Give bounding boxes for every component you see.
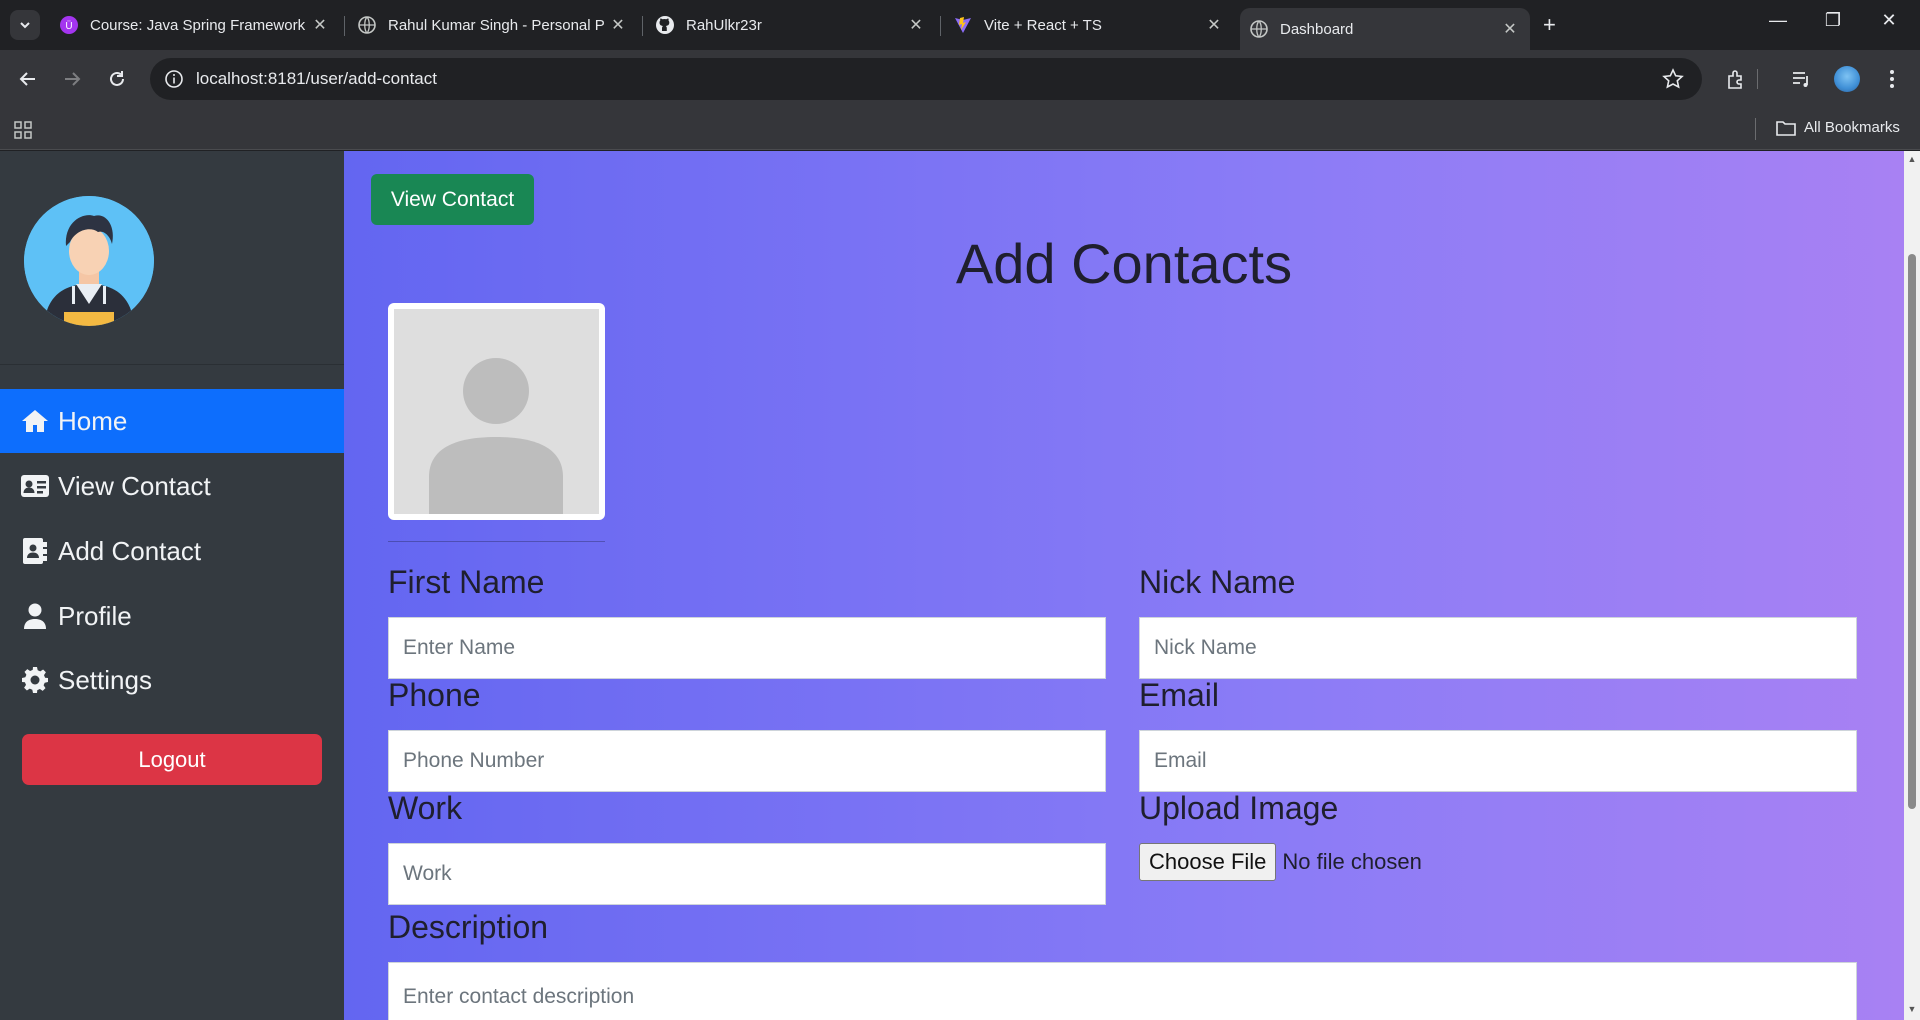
- file-status-text: No file chosen: [1282, 849, 1422, 874]
- tab-title: Vite + React + TS: [984, 16, 1102, 34]
- minimize-icon[interactable]: —: [1763, 10, 1793, 31]
- nick-name-input[interactable]: [1139, 617, 1857, 679]
- vite-icon: [954, 16, 972, 34]
- sidebar-item-profile[interactable]: Profile: [0, 584, 344, 648]
- work-label: Work: [388, 790, 463, 826]
- sidebar-item-label: Profile: [58, 600, 132, 631]
- media-control-icon[interactable]: [1786, 64, 1816, 94]
- forward-icon[interactable]: [58, 65, 86, 93]
- tab-separator: [940, 16, 941, 36]
- bookmarks-bar: All Bookmarks: [0, 108, 1920, 150]
- sidebar-item-label: View Contact: [58, 470, 211, 501]
- bookmarks-separator: [1755, 118, 1756, 140]
- address-book-icon: [20, 538, 50, 564]
- profile-avatar[interactable]: [1832, 64, 1862, 94]
- scrollbar-thumb[interactable]: [1908, 254, 1916, 809]
- reload-icon[interactable]: [103, 65, 131, 93]
- phone-label: Phone: [388, 677, 481, 713]
- tab-search-button[interactable]: [10, 10, 40, 40]
- page-viewport: Home View Contact Add Contact Profile Se…: [0, 151, 1920, 1020]
- placeholder-avatar-icon: [394, 309, 599, 514]
- tab-vite-react[interactable]: Vite + React + TS ✕: [944, 8, 1234, 42]
- gear-icon: [20, 667, 50, 693]
- tab-separator: [344, 16, 345, 36]
- work-input[interactable]: [388, 843, 1106, 905]
- email-label: Email: [1139, 677, 1220, 713]
- first-name-label: First Name: [388, 564, 545, 600]
- all-bookmarks-label: All Bookmarks: [1804, 119, 1900, 136]
- tab-personal-portfolio[interactable]: Rahul Kumar Singh - Personal P ✕: [348, 8, 638, 42]
- user-icon: [20, 603, 50, 629]
- new-tab-button[interactable]: +: [1543, 12, 1556, 38]
- upload-image-label: Upload Image: [1139, 790, 1339, 826]
- close-icon[interactable]: ✕: [906, 15, 926, 35]
- udemy-icon: Ü: [60, 16, 78, 34]
- apps-grid-icon[interactable]: [14, 121, 32, 144]
- folder-icon: [1776, 120, 1796, 136]
- sidebar-item-home[interactable]: Home: [0, 389, 344, 453]
- close-icon[interactable]: ✕: [608, 15, 628, 35]
- tab-course-java[interactable]: Ü Course: Java Spring Framework ✕: [50, 8, 340, 42]
- tab-title: Course: Java Spring Framework: [90, 16, 306, 34]
- sidebar-item-add-contact[interactable]: Add Contact: [0, 519, 344, 583]
- page-title: Add Contacts: [955, 232, 1293, 295]
- url-text: localhost:8181/user/add-contact: [196, 69, 437, 88]
- logout-button[interactable]: Logout: [22, 734, 322, 785]
- browser-tab-strip: Ü Course: Java Spring Framework ✕ Rahul …: [0, 0, 1920, 50]
- id-card-icon: [20, 473, 50, 499]
- globe-icon: [358, 16, 376, 34]
- description-input[interactable]: [388, 962, 1857, 1020]
- globe-icon: [1250, 20, 1268, 38]
- close-icon[interactable]: ✕: [1204, 15, 1224, 35]
- tab-dashboard[interactable]: Dashboard ✕: [1240, 8, 1530, 50]
- home-icon: [20, 408, 50, 434]
- scroll-down-icon[interactable]: ▼: [1907, 1004, 1917, 1014]
- close-icon[interactable]: ✕: [1500, 19, 1520, 39]
- bookmark-star-icon[interactable]: [1662, 68, 1684, 95]
- tab-separator: [642, 16, 643, 36]
- tab-title: Rahul Kumar Singh - Personal P: [388, 16, 605, 34]
- image-file-input: Choose File No file chosen: [1139, 843, 1422, 881]
- tab-title: RahUlkr23r: [686, 16, 762, 34]
- phone-input[interactable]: [388, 730, 1106, 792]
- nick-name-label: Nick Name: [1139, 564, 1296, 600]
- tab-title: Dashboard: [1280, 20, 1354, 38]
- photo-divider: [388, 541, 605, 542]
- sidebar-item-label: Add Contact: [58, 535, 202, 566]
- chevron-down-icon: [20, 22, 30, 29]
- sidebar-divider: [0, 364, 344, 365]
- back-icon[interactable]: [14, 65, 42, 93]
- github-icon: [656, 16, 674, 34]
- description-label: Description: [388, 909, 549, 945]
- choose-file-button[interactable]: Choose File: [1139, 843, 1277, 881]
- close-window-icon[interactable]: ✕: [1874, 10, 1904, 31]
- sidebar-item-label: Home: [58, 405, 128, 436]
- sidebar-item-label: Settings: [58, 664, 152, 695]
- page-scrollbar[interactable]: ▲ ▼: [1904, 151, 1920, 1020]
- site-info-icon[interactable]: [164, 69, 184, 94]
- tab-github[interactable]: RahUlkr23r ✕: [646, 8, 936, 42]
- view-contact-button[interactable]: View Contact: [371, 174, 534, 225]
- sidebar-item-view-contact[interactable]: View Contact: [0, 454, 344, 518]
- user-avatar: [24, 196, 154, 326]
- svg-text:Ü: Ü: [65, 20, 72, 32]
- email-input[interactable]: [1139, 730, 1857, 792]
- first-name-input[interactable]: [388, 617, 1106, 679]
- main-content: View Contact Add Contacts First Name Nic…: [344, 151, 1904, 1020]
- scroll-up-icon[interactable]: ▲: [1907, 154, 1917, 164]
- extensions-icon[interactable]: [1721, 64, 1751, 94]
- all-bookmarks-button[interactable]: All Bookmarks: [1776, 119, 1900, 136]
- close-icon[interactable]: ✕: [310, 15, 330, 35]
- contact-photo-preview: [388, 303, 605, 520]
- sidebar-item-settings[interactable]: Settings: [0, 648, 344, 712]
- toolbar-separator: [1756, 64, 1758, 94]
- address-bar[interactable]: localhost:8181/user/add-contact: [150, 58, 1702, 100]
- browser-toolbar: localhost:8181/user/add-contact: [0, 50, 1920, 108]
- more-menu-icon[interactable]: [1877, 64, 1907, 94]
- restore-icon[interactable]: ❐: [1818, 10, 1848, 31]
- sidebar: Home View Contact Add Contact Profile Se…: [0, 151, 344, 1020]
